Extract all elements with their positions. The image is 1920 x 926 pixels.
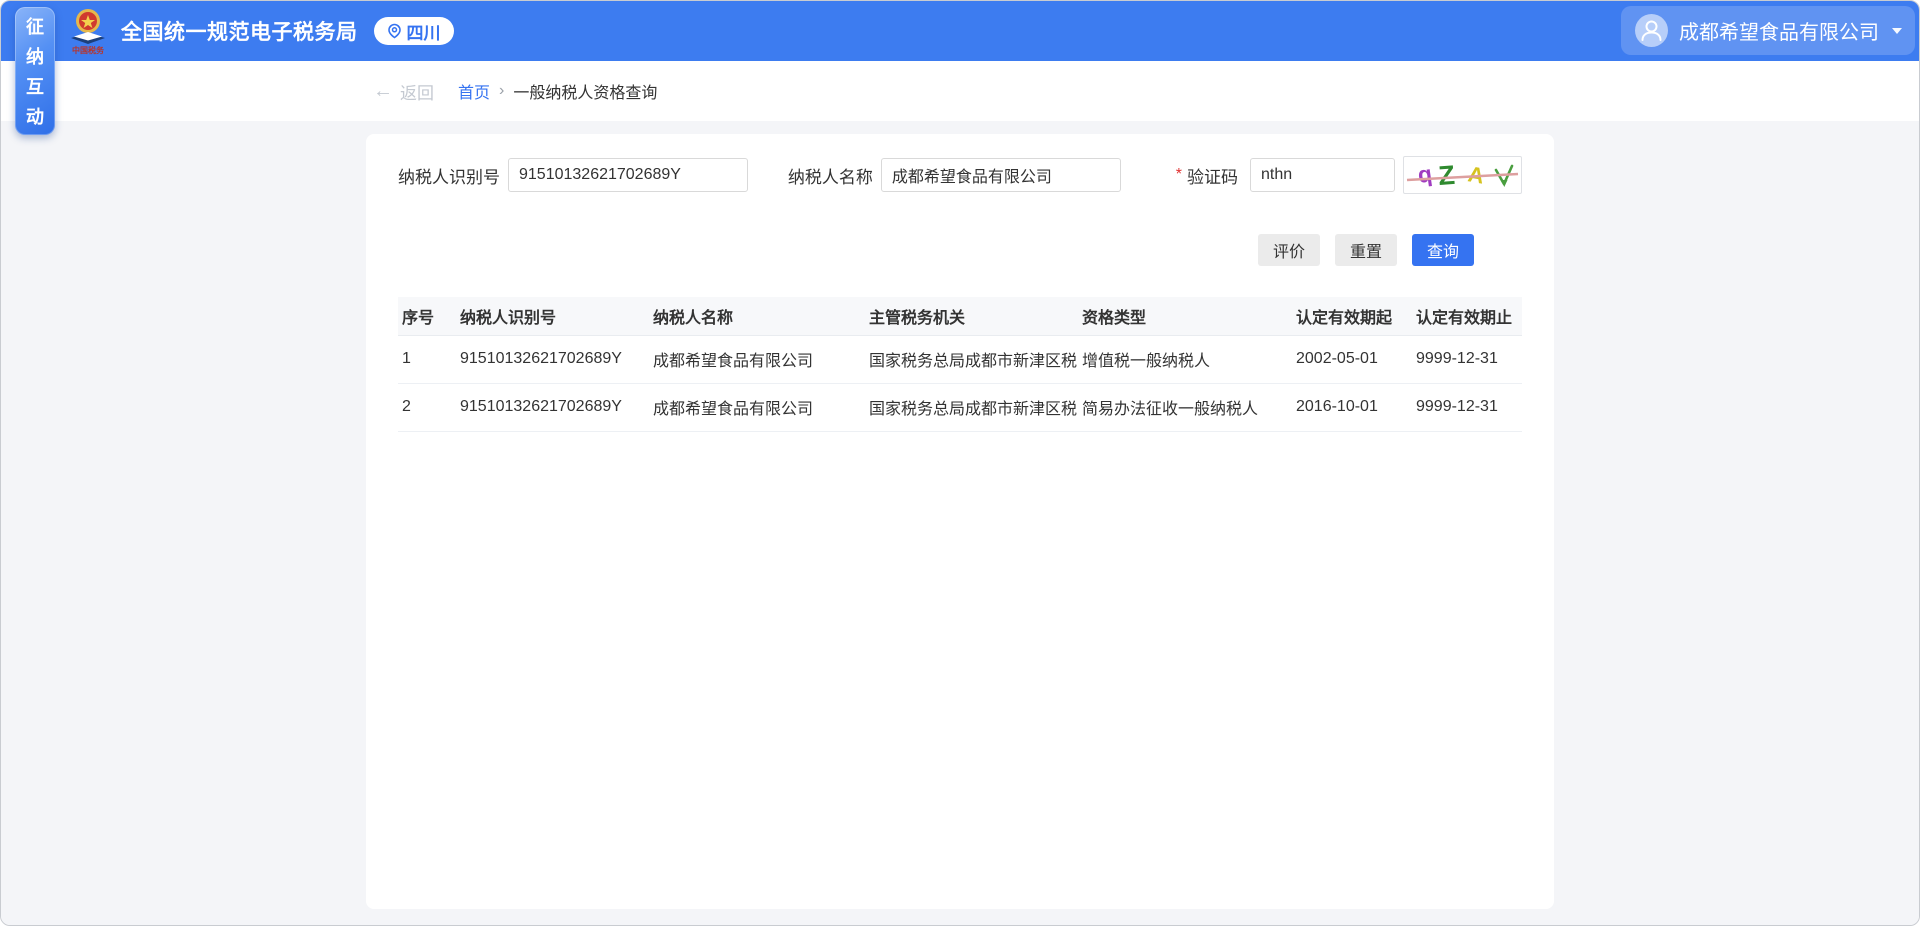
cell-taxpayer-id: 91510132621702689Y [456,335,649,383]
side-tab-char: 互 [26,73,44,99]
action-buttons: 评价 重置 查询 [398,234,1522,266]
side-tab-interaction[interactable]: 征 纳 互 动 [15,7,55,135]
back-button[interactable]: ← 返回 [373,79,434,104]
cell-taxpayer-name: 成都希望食品有限公司 [649,335,865,383]
cell-tax-authority: 国家税务总局成都市新津区税... [865,335,1078,383]
table-header-row: 序号 纳税人识别号 纳税人名称 主管税务机关 资格类型 认定有效期起 认定有效期… [398,297,1522,335]
cell-valid-to: 9999-12-31 [1412,335,1522,383]
tax-emblem-icon: 中国税务 [67,7,109,55]
header-cell-valid-from: 认定有效期起 [1292,297,1412,335]
location-pin-icon [387,23,402,39]
user-avatar-icon [1635,14,1668,47]
cell-valid-from: 2016-10-01 [1292,383,1412,431]
breadcrumb: ← 返回 首页 › 一般纳税人资格查询 [1,61,1919,121]
app-window: 征 纳 互 动 中国税务 全国统一规范电子税务局 四川 [0,0,1920,926]
header-cell-taxpayer-id: 纳税人识别号 [456,297,649,335]
captcha-char: Z [1437,160,1456,191]
cell-qualification-type: 增值税一般纳税人 [1078,335,1292,383]
dropdown-caret-icon [1892,28,1902,34]
captcha-image[interactable]: q Z A [1403,156,1522,194]
cell-index: 2 [398,383,456,431]
header-cell-valid-to: 认定有效期止 [1412,297,1522,335]
query-form: 纳税人识别号 纳税人名称 * 验证码 q Z A [398,156,1522,194]
back-label: 返回 [400,79,434,104]
required-asterisk: * [1176,166,1182,184]
taxpayer-id-input[interactable] [508,158,748,192]
user-menu[interactable]: 成都希望食品有限公司 [1621,6,1915,55]
taxpayer-name-input[interactable] [881,158,1121,192]
evaluate-button[interactable]: 评价 [1258,234,1320,266]
side-tab-char: 动 [26,103,44,129]
cell-valid-to: 9999-12-31 [1412,383,1522,431]
header-cell-taxpayer-name: 纳税人名称 [649,297,865,335]
captcha-label: 验证码 [1187,163,1238,188]
breadcrumb-current: 一般纳税人资格查询 [513,79,657,103]
header-cell-qualification-type: 资格类型 [1078,297,1292,335]
cell-taxpayer-name: 成都希望食品有限公司 [649,383,865,431]
reset-button[interactable]: 重置 [1335,234,1397,266]
taxpayer-name-label: 纳税人名称 [788,163,873,188]
side-tab-char: 纳 [26,43,44,69]
cell-index: 1 [398,335,456,383]
side-tab-char: 征 [26,13,44,39]
back-arrow-icon: ← [373,81,393,101]
header-cell-tax-authority: 主管税务机关 [865,297,1078,335]
captcha-char: q [1416,160,1434,188]
header-bar: 中国税务 全国统一规范电子税务局 四川 成都希望食品有限公司 [1,1,1919,61]
content-card: 纳税人识别号 纳税人名称 * 验证码 q Z A [366,134,1554,909]
breadcrumb-separator: › [499,82,504,100]
main-area: 纳税人识别号 纳税人名称 * 验证码 q Z A [1,134,1919,926]
cell-valid-from: 2002-05-01 [1292,335,1412,383]
results-table: 序号 纳税人识别号 纳税人名称 主管税务机关 资格类型 认定有效期起 认定有效期… [398,297,1522,432]
captcha-input[interactable] [1250,158,1395,192]
cell-taxpayer-id: 91510132621702689Y [456,383,649,431]
app-logo: 中国税务 [67,7,109,55]
captcha-arrowhead [1501,180,1508,187]
cell-qualification-type: 简易办法征收一般纳税人 [1078,383,1292,431]
logo-text: 中国税务 [72,45,105,55]
app-title: 全国统一规范电子税务局 [121,16,358,46]
taxpayer-id-label: 纳税人识别号 [398,163,500,188]
table-row: 1 91510132621702689Y 成都希望食品有限公司 国家税务总局成都… [398,335,1522,383]
header-cell-index: 序号 [398,297,456,335]
query-button[interactable]: 查询 [1412,234,1474,266]
avatar [1635,14,1668,47]
region-badge[interactable]: 四川 [374,17,454,45]
region-label: 四川 [407,19,441,44]
table-row: 2 91510132621702689Y 成都希望食品有限公司 国家税务总局成都… [398,383,1522,431]
user-name: 成都希望食品有限公司 [1679,16,1879,45]
cell-tax-authority: 国家税务总局成都市新津区税... [865,383,1078,431]
breadcrumb-home-link[interactable]: 首页 [458,79,490,103]
